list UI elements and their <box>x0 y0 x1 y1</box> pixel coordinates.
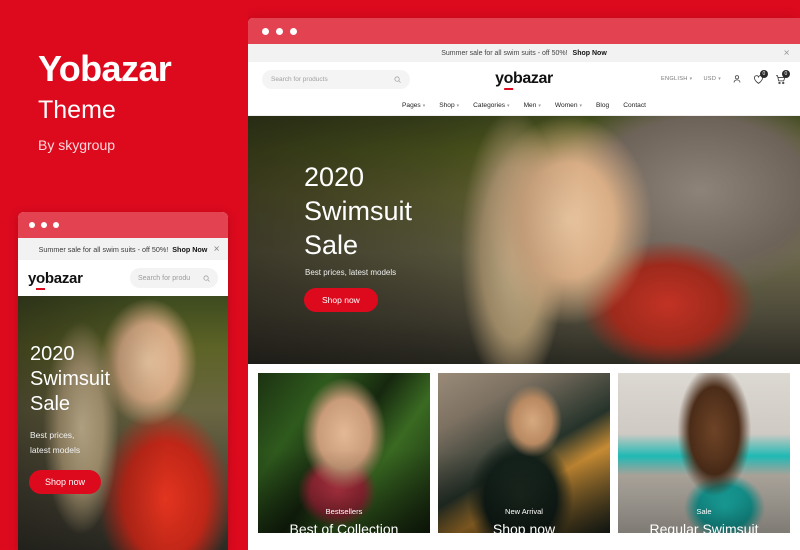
announcement-bar: Summer sale for all swim suits - off 50%… <box>248 44 800 62</box>
search-input[interactable]: Search for produ <box>130 268 218 288</box>
header-actions: ENGLISH ▾ USD ▾ 0 0 <box>661 69 790 85</box>
nav-label: Categories <box>473 102 506 109</box>
hero-title: 2020 Swimsuit Sale <box>304 160 412 262</box>
hero-banner: 2020 Swimsuit Sale Best prices, latest m… <box>248 116 800 364</box>
logo-part-after: bazar <box>513 70 553 87</box>
nav-label: Women <box>554 102 578 109</box>
window-minimize-dot[interactable] <box>276 27 283 35</box>
window-close-dot[interactable] <box>262 27 269 35</box>
announcement-shop-now-link[interactable]: Shop Now <box>172 245 207 254</box>
nav-item-blog[interactable]: Blog <box>596 102 609 109</box>
card-caption: Bestsellers <box>325 507 363 516</box>
hero-subtitle: Best prices, latest models <box>305 268 397 277</box>
mobile-preview-window: Summer sale for all swim suits - off 50%… <box>18 212 228 550</box>
hero-shop-now-button[interactable]: Shop now <box>29 470 102 494</box>
chevron-down-icon: ▾ <box>422 102 426 109</box>
search-input[interactable]: Search for products <box>262 69 410 89</box>
chevron-down-icon: ▾ <box>718 76 721 82</box>
site-logo[interactable]: yobazar <box>495 70 553 90</box>
announcement-shop-now-link[interactable]: Shop Now <box>573 50 607 57</box>
search-placeholder: Search for produ <box>138 274 191 282</box>
hero-title: 2020 Swimsuit Sale <box>30 342 110 417</box>
wishlist-button[interactable]: 0 <box>753 69 768 85</box>
mobile-hero-banner: 2020 Swimsuit Sale Best prices, latest m… <box>18 296 228 550</box>
site-header: Search for products yobazar ENGLISH ▾ US… <box>248 62 800 96</box>
hero-subtitle: Best prices, latest models <box>30 428 80 458</box>
page-title: Yobazar <box>38 48 172 89</box>
card-title: Shop now <box>492 521 556 533</box>
window-minimize-dot[interactable] <box>41 222 47 228</box>
main-navigation: Pages ▾ Shop ▾ Categories ▾ Men ▾ Women ▾ Blo… <box>248 96 800 116</box>
language-label: ENGLISH <box>660 76 688 82</box>
nav-label: Pages <box>402 102 421 109</box>
card-caption: New Arrival <box>505 507 543 516</box>
hero-background-image <box>18 296 228 550</box>
window-maximize-dot[interactable] <box>290 27 297 35</box>
close-icon[interactable]: ✕ <box>213 245 220 254</box>
nav-item-women[interactable]: Women ▾ <box>555 102 582 109</box>
language-selector[interactable]: ENGLISH ▾ <box>661 76 692 82</box>
hero-title-line-2: Swimsuit <box>304 196 413 226</box>
search-placeholder: Search for products <box>271 75 328 83</box>
logo-part-after: bazar <box>44 269 83 287</box>
card-caption: Sale <box>696 507 712 516</box>
chevron-down-icon: ▾ <box>456 102 460 109</box>
nav-item-categories[interactable]: Categories ▾ <box>473 102 509 109</box>
hero-title-line-2: Swimsuit <box>30 368 111 390</box>
site-logo[interactable]: yobazar <box>28 269 83 290</box>
announcement-text: Summer sale for all swim suits - off 50%… <box>38 244 169 254</box>
brand-subtitle: Theme <box>38 96 116 124</box>
window-maximize-dot[interactable] <box>53 222 59 228</box>
nav-label: Contact <box>623 102 646 109</box>
search-icon <box>203 275 210 282</box>
chevron-down-icon: ▾ <box>538 102 541 109</box>
cart-count-badge: 0 <box>782 69 790 78</box>
chevron-down-icon: ▾ <box>689 76 693 82</box>
nav-label: Shop <box>439 102 455 109</box>
hero-title-line-3: Sale <box>30 393 71 415</box>
desktop-titlebar <box>248 18 800 44</box>
brand-author: By skygroup <box>38 137 116 153</box>
currency-label: USD <box>703 76 717 82</box>
category-card-sale[interactable]: Sale Regular Swimsuit <box>618 373 790 533</box>
hero-shop-now-button[interactable]: Shop now <box>304 288 378 312</box>
logo-part-underlined: o <box>503 70 513 90</box>
hero-title-line-1: 2020 <box>304 162 365 192</box>
nav-label: Blog <box>596 102 610 109</box>
logo-part-before: y <box>28 269 37 287</box>
chevron-down-icon: ▾ <box>579 102 583 109</box>
hero-title-line-1: 2020 <box>30 343 75 365</box>
nav-item-men[interactable]: Men ▾ <box>524 102 541 109</box>
category-cards: Bestsellers Best of Collection New Arriv… <box>248 364 800 533</box>
window-close-dot[interactable] <box>29 222 35 228</box>
wishlist-count-badge: 0 <box>760 69 768 78</box>
card-title: Best of Collection <box>289 521 399 533</box>
nav-item-pages[interactable]: Pages ▾ <box>402 102 425 109</box>
hero-subtitle-line-2: latest models <box>30 445 81 455</box>
currency-selector[interactable]: USD ▾ <box>703 76 721 82</box>
mobile-header: yobazar Search for produ <box>18 260 228 296</box>
mobile-titlebar <box>18 212 228 238</box>
search-icon <box>394 76 401 83</box>
chevron-down-icon: ▾ <box>507 102 510 109</box>
card-title: Regular Swimsuit <box>649 521 759 533</box>
logo-part-before: y <box>495 70 504 87</box>
cart-button[interactable]: 0 <box>775 69 790 85</box>
nav-item-contact[interactable]: Contact <box>623 102 646 109</box>
nav-label: Men <box>523 102 537 109</box>
close-icon[interactable]: ✕ <box>783 49 790 58</box>
logo-part-underlined: o <box>36 269 45 290</box>
desktop-preview-window: Summer sale for all swim suits - off 50%… <box>248 18 800 550</box>
hero-subtitle-line-1: Best prices, <box>30 430 75 440</box>
mobile-announcement-bar: Summer sale for all swim suits - off 50%… <box>18 238 228 260</box>
category-card-new-arrival[interactable]: New Arrival Shop now <box>438 373 610 533</box>
nav-item-shop[interactable]: Shop ▾ <box>439 102 459 109</box>
hero-title-line-3: Sale <box>304 230 359 260</box>
announcement-text: Summer sale for all swim suits - off 50%… <box>441 49 568 57</box>
category-card-bestsellers[interactable]: Bestsellers Best of Collection <box>258 373 430 533</box>
account-button[interactable] <box>732 74 742 84</box>
